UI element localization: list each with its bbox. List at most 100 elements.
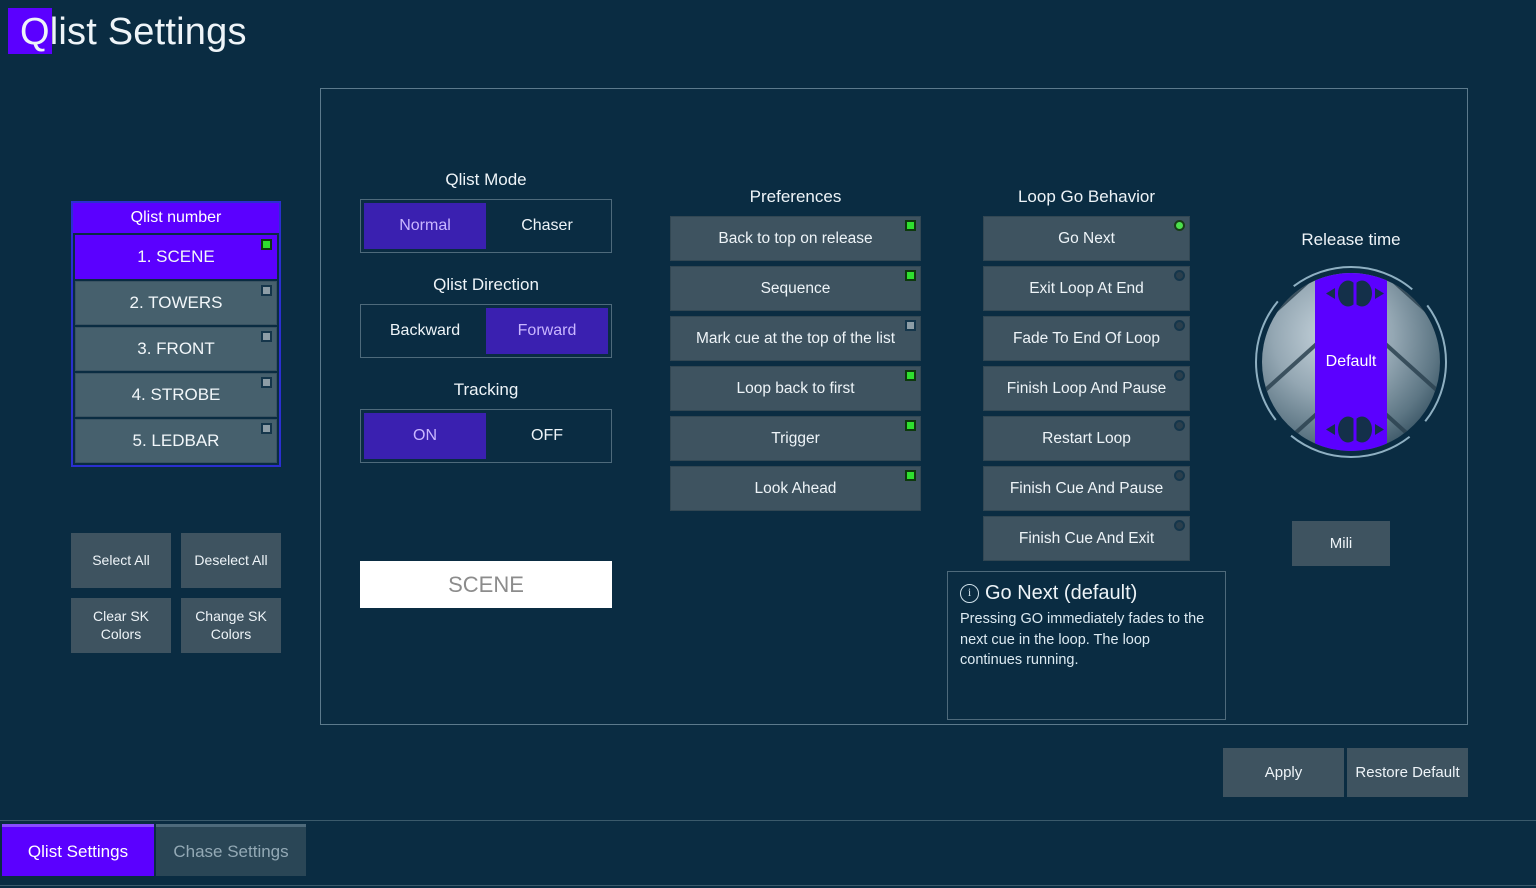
loop-go-option-go-next[interactable]: Go Next: [983, 216, 1190, 261]
preference-look-ahead[interactable]: Look Ahead: [670, 466, 921, 511]
preference-back-to-top-on-release[interactable]: Back to top on release: [670, 216, 921, 261]
qlist-direction-group: Qlist Direction Backward Forward: [360, 275, 612, 358]
tracking-title: Tracking: [453, 380, 519, 399]
qlist-mode-title: Qlist Mode: [445, 170, 527, 189]
release-time-block: Release time Default: [1250, 230, 1452, 462]
loop-go-option-finish-cue-and-exit[interactable]: Finish Cue And Exit: [983, 516, 1190, 561]
preference-toggle-indicator-icon[interactable]: [905, 420, 916, 431]
qlist-direction-backward-option[interactable]: Backward: [364, 308, 486, 354]
page-title: Qlist Settings: [8, 6, 247, 58]
qlist-item-5[interactable]: 5. LEDBAR: [75, 419, 277, 463]
footer-actions: Apply Restore Default: [1223, 748, 1468, 797]
qlist-select-indicator-icon[interactable]: [261, 423, 272, 434]
loop-go-option-label: Finish Cue And Pause: [1009, 479, 1164, 497]
loop-go-option-label: Exit Loop At End: [1029, 279, 1144, 297]
tab-qlist-settings[interactable]: Qlist Settings: [2, 824, 154, 876]
loop-go-option-label: Restart Loop: [1042, 429, 1131, 447]
tracking-toggle: ON OFF: [360, 409, 612, 463]
qlist-select-indicator-icon[interactable]: [261, 239, 272, 250]
qlist-select-indicator-icon[interactable]: [261, 377, 272, 388]
loop-go-option-restart-loop[interactable]: Restart Loop: [983, 416, 1190, 461]
info-panel-body: Pressing GO immediately fades to the nex…: [960, 611, 1205, 669]
preference-toggle-indicator-icon[interactable]: [905, 370, 916, 381]
tracking-on-option[interactable]: ON: [364, 413, 486, 459]
release-time-knob[interactable]: Default: [1251, 262, 1451, 462]
loop-go-option-exit-loop-at-end[interactable]: Exit Loop At End: [983, 266, 1190, 311]
qlist-name-input[interactable]: SCENE: [360, 561, 612, 608]
qlist-mode-chaser-option[interactable]: Chaser: [486, 203, 608, 249]
preferences-title: Preferences: [749, 187, 842, 206]
loop-go-option-label: Finish Cue And Exit: [1018, 529, 1155, 547]
preference-sequence[interactable]: Sequence: [670, 266, 921, 311]
preference-toggle-indicator-icon[interactable]: [905, 320, 916, 331]
qlist-item-2[interactable]: 2. TOWERS: [75, 281, 277, 325]
clear-sk-colors-button[interactable]: Clear SK Colors: [71, 598, 171, 653]
change-sk-colors-button[interactable]: Change SK Colors: [181, 598, 281, 653]
select-all-button[interactable]: Select All: [71, 533, 171, 588]
loop-go-radio-indicator-icon[interactable]: [1174, 520, 1185, 531]
qlist-item-label: 3. FRONT: [137, 339, 215, 358]
info-panel-heading: Go Next (default): [985, 582, 1138, 604]
preference-toggle-indicator-icon[interactable]: [905, 270, 916, 281]
qlist-item-1[interactable]: 1. SCENE: [75, 235, 277, 279]
qlist-direction-toggle: Backward Forward: [360, 304, 612, 358]
loop-go-behavior-title: Loop Go Behavior: [1017, 187, 1156, 206]
preference-toggle-indicator-icon[interactable]: [905, 220, 916, 231]
restore-default-button[interactable]: Restore Default: [1347, 748, 1468, 797]
tabbar-bottom-divider: [0, 885, 1536, 886]
loop-go-option-fade-to-end-of-loop[interactable]: Fade To End Of Loop: [983, 316, 1190, 361]
release-time-unit-button[interactable]: Mili: [1292, 521, 1390, 566]
qlist-select-indicator-icon[interactable]: [261, 285, 272, 296]
info-icon: i: [960, 584, 979, 603]
deselect-all-button[interactable]: Deselect All: [181, 533, 281, 588]
title-accent-letter: Q: [20, 11, 50, 53]
preference-label: Look Ahead: [754, 479, 837, 497]
preferences-column: Preferences Back to top on release Seque…: [670, 187, 921, 516]
loop-go-behavior-column: Loop Go Behavior Go Next Exit Loop At En…: [983, 187, 1190, 566]
preference-trigger[interactable]: Trigger: [670, 416, 921, 461]
qlist-item-label: 2. TOWERS: [129, 293, 223, 312]
preference-label: Loop back to first: [736, 379, 855, 397]
qlist-direction-forward-option[interactable]: Forward: [486, 308, 608, 354]
title-rest: list Settings: [49, 11, 247, 53]
loop-go-radio-indicator-icon[interactable]: [1174, 420, 1185, 431]
tabbar-top-divider: [0, 820, 1536, 821]
qlist-item-4[interactable]: 4. STROBE: [75, 373, 277, 417]
release-time-title: Release time: [1301, 230, 1401, 249]
qlist-number-header: Qlist number: [73, 203, 279, 233]
loop-go-option-finish-loop-and-pause[interactable]: Finish Loop And Pause: [983, 366, 1190, 411]
preference-label: Sequence: [760, 279, 831, 297]
qlist-number-panel: Qlist number 1. SCENE 2. TOWERS 3. FRONT…: [71, 201, 281, 467]
release-time-knob-graphic: [1255, 266, 1447, 458]
tab-chase-settings[interactable]: Chase Settings: [156, 824, 306, 876]
loop-go-option-finish-cue-and-pause[interactable]: Finish Cue And Pause: [983, 466, 1190, 511]
preference-label: Back to top on release: [718, 229, 873, 247]
qlist-direction-title: Qlist Direction: [433, 275, 539, 294]
tracking-group: Tracking ON OFF: [360, 380, 612, 463]
qlist-item-label: 4. STROBE: [131, 385, 221, 404]
preference-loop-back-to-first[interactable]: Loop back to first: [670, 366, 921, 411]
mode-toggle-column: Qlist Mode Normal Chaser Qlist Direction…: [360, 170, 612, 485]
loop-go-radio-indicator-icon[interactable]: [1174, 320, 1185, 331]
qlist-item-label: 5. LEDBAR: [132, 431, 220, 450]
qlist-item-3[interactable]: 3. FRONT: [75, 327, 277, 371]
info-panel-header: i Go Next (default): [960, 582, 1213, 605]
preference-label: Mark cue at the top of the list: [695, 329, 896, 347]
title-bar: Qlist Settings: [8, 6, 247, 58]
info-panel: i Go Next (default) Pressing GO immediat…: [947, 571, 1226, 720]
bottom-tab-bar: Qlist Settings Chase Settings: [2, 824, 306, 876]
qlist-mode-normal-option[interactable]: Normal: [364, 203, 486, 249]
tracking-off-option[interactable]: OFF: [486, 413, 608, 459]
qlist-mode-toggle: Normal Chaser: [360, 199, 612, 253]
qlist-select-indicator-icon[interactable]: [261, 331, 272, 342]
apply-button[interactable]: Apply: [1223, 748, 1344, 797]
qlist-action-buttons: Select All Deselect All Clear SK Colors …: [71, 533, 281, 653]
preference-toggle-indicator-icon[interactable]: [905, 470, 916, 481]
loop-go-option-label: Finish Loop And Pause: [1006, 379, 1167, 397]
loop-go-radio-indicator-icon[interactable]: [1174, 270, 1185, 281]
loop-go-radio-indicator-icon[interactable]: [1174, 470, 1185, 481]
qlist-item-label: 1. SCENE: [137, 247, 215, 266]
loop-go-radio-indicator-icon[interactable]: [1174, 220, 1185, 231]
preference-mark-cue-at-top-of-list[interactable]: Mark cue at the top of the list: [670, 316, 921, 361]
loop-go-radio-indicator-icon[interactable]: [1174, 370, 1185, 381]
